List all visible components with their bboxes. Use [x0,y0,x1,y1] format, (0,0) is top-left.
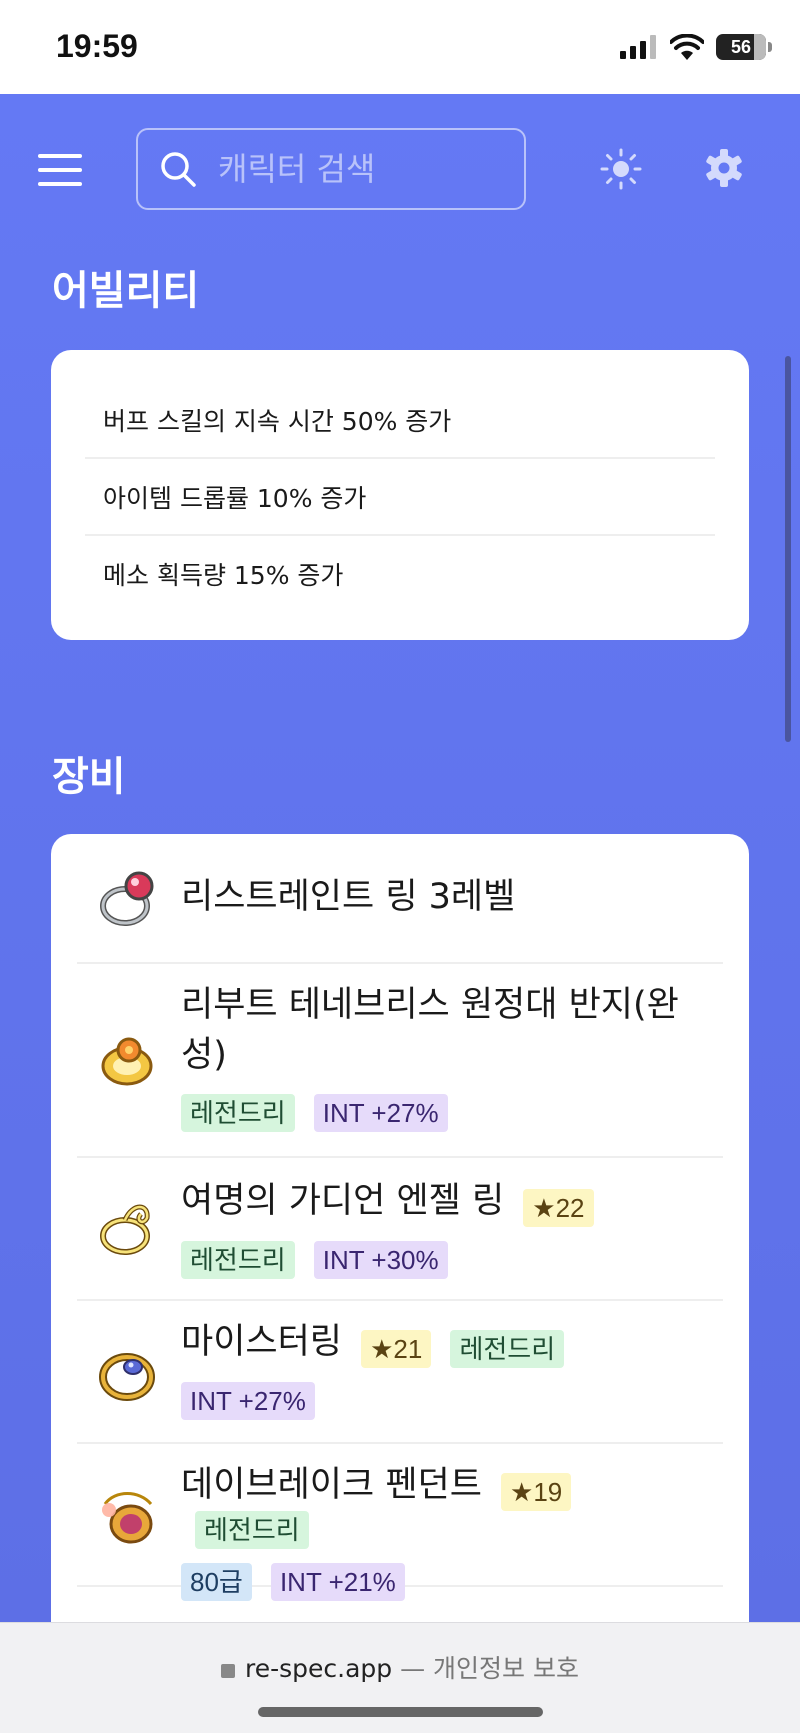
ability-card: 버프 스킬의 지속 시간 50% 증가 아이템 드롭률 10% 증가 메소 획득… [51,350,749,640]
ring-icon [99,1353,155,1401]
ring-icon [100,1204,150,1255]
character-search-input[interactable] [216,149,520,189]
equipment-row[interactable]: 마이스터링 ★21 레전드리 INT +27% [77,1301,723,1444]
settings-gear-icon[interactable] [704,148,744,188]
ability-row: 메소 획득량 15% 증가 [85,536,715,611]
pendant-icon [102,1492,153,1544]
equipment-row-partial[interactable] [77,1587,723,1622]
scrollbar[interactable] [785,356,791,742]
ability-text: 메소 획득량 15% 증가 [103,560,344,590]
ability-section-title: 어빌리티 [52,268,200,314]
equipment-card: 리스트레인트 링 3레벨 리부트 테네브리스 원정대 반지(완성) 레전드리 I… [51,834,749,1622]
ability-text: 아이템 드롭률 10% 증가 [103,483,367,513]
url-domain: re-spec.app [244,1654,393,1683]
potential-badge: 레전드리 [181,1094,295,1132]
equipment-name: 여명의 가디언 엔젤 링 [181,1181,505,1221]
theme-toggle-sun-icon[interactable] [600,148,642,190]
ring-icon [101,1037,153,1086]
stat-badge: INT +27% [181,1381,315,1420]
stat-badge: INT +30% [313,1240,448,1279]
equipment-name: 마이스터링 [181,1322,343,1362]
equipment-name: 데이브레이크 펜던트 [181,1465,482,1505]
battery-level: 56 [730,36,752,57]
top-bar [0,94,800,244]
status-icons: 56 [620,34,772,60]
browser-bottom-bar: re-spec.app — 개인정보 보호 [0,1622,800,1733]
equipment-row[interactable]: 리스트레인트 링 3레벨 [77,834,723,964]
search-box[interactable] [136,128,526,210]
url-privacy-label: — 개인정보 보호 [400,1654,579,1683]
star-force-badge: ★22 [523,1188,594,1227]
star-force-badge: ★21 [361,1329,432,1368]
ability-row: 아이템 드롭률 10% 증가 [85,459,715,536]
battery-icon: 56 [716,34,766,60]
ring-icon [100,871,154,926]
search-icon [161,152,196,187]
potential-badge: 레전드리 [181,1240,295,1279]
equipment-section-title: 장비 [52,754,126,800]
battery-nub [768,42,772,52]
ability-text: 버프 스킬의 지속 시간 50% 증가 [103,406,452,436]
home-indicator[interactable] [258,1707,543,1717]
status-bar: 19:59 56 [0,0,800,94]
equipment-name: 리스트레인트 링 3레벨 [181,877,516,917]
stat-badge: INT +27% [313,1094,448,1132]
star-force-badge: ★19 [501,1472,572,1511]
status-time: 19:59 [56,28,138,64]
address-bar[interactable]: re-spec.app — 개인정보 보호 [0,1649,800,1685]
equipment-row[interactable]: 여명의 가디언 엔젤 링 ★22 레전드리 INT +30% [77,1158,723,1301]
wifi-icon [670,34,704,60]
ability-row: 버프 스킬의 지속 시간 50% 증가 [85,382,715,459]
equipment-name: 리부트 테네브리스 원정대 반지(완성) [181,985,679,1075]
potential-badge: 레전드리 [450,1329,565,1368]
cellular-signal-icon [620,35,656,59]
main-content: 어빌리티 버프 스킬의 지속 시간 50% 증가 아이템 드롭률 10% 증가 … [0,94,800,1622]
equipment-row[interactable]: 데이브레이크 펜던트 ★19 레전드리 80급 INT +21% [77,1444,723,1601]
menu-button[interactable] [38,154,82,186]
lock-icon [220,1664,235,1678]
potential-badge: 레전드리 [195,1510,309,1549]
equipment-row[interactable]: 리부트 테네브리스 원정대 반지(완성) 레전드리 INT +27% [77,964,723,1158]
